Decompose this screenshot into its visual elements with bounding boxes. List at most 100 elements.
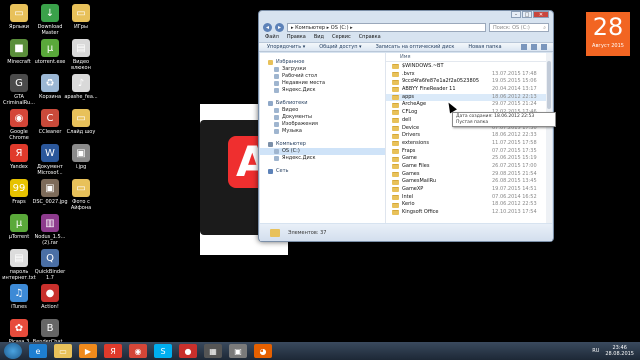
nav-item[interactable]: Яндекс.Диск: [260, 155, 385, 162]
file-row[interactable]: Game Files 26.07.2015 17:00: [386, 163, 552, 171]
start-button[interactable]: [4, 343, 22, 359]
file-row[interactable]: ArcheAge 29.07.2015 21:24: [386, 101, 552, 109]
help-icon[interactable]: [541, 44, 547, 50]
search-input[interactable]: Поиск: OS (C:) ⌕: [489, 22, 549, 32]
file-row[interactable]: GamesMailRu 26.08.2015 13:45: [386, 178, 552, 186]
command-button[interactable]: Общий доступ ▾: [319, 44, 361, 50]
nav-item-icon: [274, 81, 279, 86]
file-row[interactable]: Kerio 18.06.2012 22:53: [386, 201, 552, 209]
file-row[interactable]: Fraps 07.07.2015 17:35: [386, 148, 552, 156]
file-row[interactable]: GameXP 19.07.2015 14:51: [386, 186, 552, 194]
desktop-icon[interactable]: ▣ DSC_0027.jpg: [32, 179, 68, 205]
desktop-icon[interactable]: 99 Fraps: [2, 179, 36, 205]
desktop-icon[interactable]: ♻ Корзина: [33, 74, 67, 100]
file-row[interactable]: apps 18.06.2012 22:13: [386, 93, 552, 102]
clock[interactable]: 23:46 28.08.2015: [605, 345, 634, 357]
file-row[interactable]: Kingsoft Office 12.10.2013 17:54: [386, 209, 552, 217]
vertical-scrollbar[interactable]: [546, 53, 552, 223]
desktop-icon[interactable]: ▤ пароль интернет.txt: [2, 249, 36, 281]
menu-item[interactable]: Правка: [287, 33, 306, 42]
utorrent-icon: µ: [10, 214, 28, 232]
ie-icon[interactable]: e: [29, 344, 47, 358]
firefox-icon[interactable]: ◕: [254, 344, 272, 358]
desktop-icon[interactable]: ▥ Nodus_1.5... (2).rar: [33, 214, 67, 246]
explorer-icon[interactable]: ▭: [54, 344, 72, 358]
file-row[interactable]: 9ccd4fa6fe87e1a2f2a0523805 19.05.2015 15:…: [386, 78, 552, 86]
desktop-icon[interactable]: ▤ Видео влюкон: [64, 39, 98, 71]
nav-group-header[interactable]: Компьютер: [260, 141, 385, 148]
desktop-icon[interactable]: ■ Minecraft: [2, 39, 36, 65]
nav-group-header[interactable]: Сеть: [260, 168, 385, 175]
desktop-icon[interactable]: ▭ ИГры: [64, 4, 98, 30]
folder-icon: [392, 187, 399, 193]
forward-arrow-icon[interactable]: ▸: [275, 22, 284, 32]
desktop-icon[interactable]: ▭ Слайд шоу: [64, 109, 98, 135]
desktop-icon[interactable]: ♪ apashe_fea...: [64, 74, 98, 100]
yandex-icon[interactable]: Я: [104, 344, 122, 358]
file-row[interactable]: .bvrx 13.07.2015 17:48: [386, 71, 552, 79]
nav-item[interactable]: Недавние места: [260, 80, 385, 87]
back-arrow-icon[interactable]: ◂: [263, 22, 272, 32]
language-indicator[interactable]: RU: [592, 348, 599, 354]
calendar-gadget[interactable]: 28 Август 2015: [586, 12, 630, 56]
nav-item[interactable]: Загрузки: [260, 66, 385, 73]
file-row[interactable]: Games 29.08.2015 21:54: [386, 171, 552, 179]
desktop-icon[interactable]: G GTA CriminalRu...: [2, 74, 36, 106]
desktop-icon[interactable]: ▭ Ярлыки: [2, 4, 36, 30]
menu-item[interactable]: Сервис: [332, 33, 351, 42]
file-row[interactable]: $WINDOWS.~BT: [386, 63, 552, 71]
file-row[interactable]: Game 25.06.2015 15:19: [386, 155, 552, 163]
video-icon[interactable]: ▣: [229, 344, 247, 358]
app-icon[interactable]: ▦: [204, 344, 222, 358]
menu-item[interactable]: Справка: [359, 33, 381, 42]
preview-pane-icon[interactable]: [531, 44, 537, 50]
file-row[interactable]: Intel 07.06.2014 16:52: [386, 194, 552, 202]
nav-item[interactable]: Видео: [260, 107, 385, 114]
desktop-icon[interactable]: ♫ iTunes: [2, 284, 36, 310]
menu-item[interactable]: Файл: [265, 33, 279, 42]
desktop-icon[interactable]: µ µTorrent: [2, 214, 36, 240]
maximize-button[interactable]: □: [522, 11, 532, 18]
address-bar[interactable]: ▸ Компьютер ▸ OS (C:) ▸: [287, 22, 486, 32]
nav-item[interactable]: Изображения: [260, 121, 385, 128]
command-button[interactable]: Новая папка: [468, 44, 501, 50]
nav-item[interactable]: Музыка: [260, 128, 385, 135]
title-bar[interactable]: – □ ✕: [259, 11, 553, 21]
menu-item[interactable]: Вид: [314, 33, 324, 42]
skype-icon[interactable]: S: [154, 344, 172, 358]
desktop-icon[interactable]: ◉ Google Chrome: [2, 109, 36, 141]
desktop-icon[interactable]: W Документ Microsof...: [33, 144, 67, 176]
desktop-icon[interactable]: Я Yandex: [2, 144, 36, 170]
folder-icon: [392, 110, 399, 116]
file-row[interactable]: ABBYY FineReader 11 20.04.2014 13:17: [386, 86, 552, 94]
command-button[interactable]: Упорядочить ▾: [267, 44, 305, 50]
nav-item-icon: [274, 88, 279, 93]
nav-item[interactable]: Рабочий стол: [260, 73, 385, 80]
desktop-icon[interactable]: ● Action!: [33, 284, 67, 310]
nav-group-label: Библиотеки: [276, 100, 308, 106]
nav-group-header[interactable]: Избранное: [260, 59, 385, 66]
search-placeholder: Поиск: OS (C:): [493, 24, 530, 31]
action-icon[interactable]: ●: [179, 344, 197, 358]
scroll-thumb[interactable]: [547, 61, 551, 109]
nav-item[interactable]: OS (C:): [260, 148, 385, 155]
desktop-icon[interactable]: ▣ i.jpg: [64, 144, 98, 170]
chrome-icon[interactable]: ◉: [129, 344, 147, 358]
desktop-icon[interactable]: µ utorrent.exe: [33, 39, 67, 65]
close-button[interactable]: ✕: [533, 11, 549, 18]
media-player-icon[interactable]: ▶: [79, 344, 97, 358]
nav-item[interactable]: Документы: [260, 114, 385, 121]
nav-group-header[interactable]: Библиотеки: [260, 100, 385, 107]
file-date: 29.08.2015 21:54: [492, 170, 537, 177]
command-button[interactable]: Записать на оптический диск: [376, 44, 455, 50]
column-name[interactable]: Имя: [400, 53, 490, 61]
desktop-icon[interactable]: ↓ Download Master: [33, 4, 67, 36]
view-icon[interactable]: [521, 44, 527, 50]
desktop-icon[interactable]: ▭ Фото с Айфона: [64, 179, 98, 211]
nav-item[interactable]: Яндекс.Диск: [260, 87, 385, 94]
desktop-icon[interactable]: Q QuickBinder 1.7: [33, 249, 67, 281]
minimize-button[interactable]: –: [511, 11, 521, 18]
file-row[interactable]: extensions 11.07.2015 17:58: [386, 140, 552, 148]
file-row[interactable]: Drivers 18.06.2012 22:33: [386, 132, 552, 140]
desktop-icon[interactable]: C CCleaner: [33, 109, 67, 135]
